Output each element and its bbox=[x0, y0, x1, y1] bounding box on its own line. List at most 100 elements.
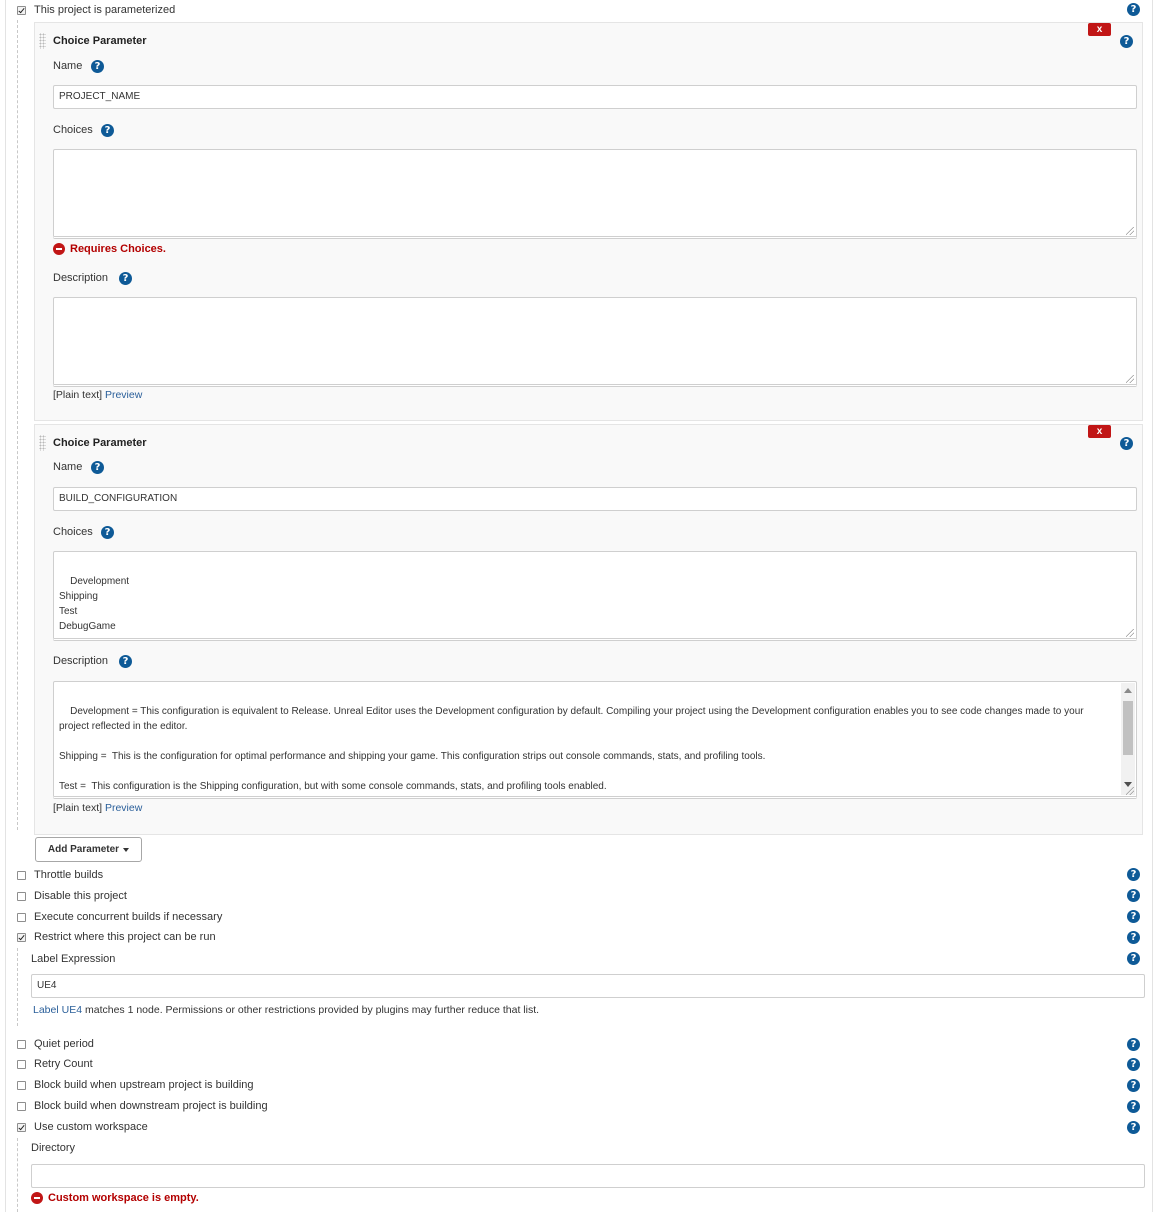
preview-link[interactable]: Preview bbox=[105, 389, 142, 401]
description-label: Description bbox=[53, 655, 109, 667]
concurrent-builds-checkbox[interactable] bbox=[17, 912, 26, 922]
quiet-period-checkbox[interactable] bbox=[17, 1039, 26, 1049]
help-icon[interactable]: ? bbox=[1127, 3, 1140, 16]
format-text: [Plain text] bbox=[53, 802, 103, 814]
directory-input[interactable] bbox=[31, 1164, 1145, 1188]
name-label: Name bbox=[53, 461, 83, 473]
option-label: Restrict where this project can be run bbox=[34, 931, 216, 943]
label-word-link[interactable]: Label bbox=[33, 1004, 59, 1016]
help-icon[interactable]: ? bbox=[1127, 910, 1140, 923]
option-retry-count[interactable]: Retry Count bbox=[17, 1056, 93, 1072]
name-input[interactable]: BUILD_CONFIGURATION bbox=[53, 487, 1137, 511]
option-throttle-builds[interactable]: Throttle builds bbox=[17, 867, 103, 883]
help-icon[interactable]: ? bbox=[119, 655, 132, 668]
help-icon[interactable]: ? bbox=[101, 124, 114, 137]
restrict-run-checkbox[interactable] bbox=[17, 932, 26, 942]
name-input[interactable]: PROJECT_NAME bbox=[53, 85, 1137, 109]
format-hint: [Plain text] Preview bbox=[53, 389, 142, 401]
label-match-text: matches 1 node. Permissions or other res… bbox=[82, 1004, 540, 1016]
description-text: Development = This configuration is equi… bbox=[59, 706, 1084, 792]
textarea-grip[interactable] bbox=[585, 385, 607, 387]
option-disable-project[interactable]: Disable this project bbox=[17, 888, 127, 904]
choices-error: Requires Choices. bbox=[53, 243, 166, 255]
option-label: Execute concurrent builds if necessary bbox=[34, 911, 223, 923]
retry-count-checkbox[interactable] bbox=[17, 1059, 26, 1069]
description-label: Description bbox=[53, 272, 109, 284]
option-block-upstream[interactable]: Block build when upstream project is bui… bbox=[17, 1077, 254, 1093]
textarea-grip[interactable] bbox=[585, 237, 607, 239]
help-icon[interactable]: ? bbox=[91, 60, 104, 73]
help-icon[interactable]: ? bbox=[1120, 437, 1133, 450]
option-label: Block build when downstream project is b… bbox=[34, 1100, 268, 1112]
choices-label: Choices bbox=[53, 124, 93, 136]
label-expression-label: Label Expression bbox=[31, 953, 116, 965]
nested-section-guide bbox=[17, 1138, 18, 1212]
label-ue4-link[interactable]: UE4 bbox=[62, 1004, 82, 1016]
help-icon[interactable]: ? bbox=[1127, 1038, 1140, 1051]
disable-project-checkbox[interactable] bbox=[17, 891, 26, 901]
description-textarea[interactable]: Development = This configuration is equi… bbox=[53, 681, 1137, 799]
option-concurrent-builds[interactable]: Execute concurrent builds if necessary bbox=[17, 909, 222, 925]
choice-parameter-1: Choice Parameter x ? Name ? PROJECT_NAME… bbox=[34, 22, 1143, 421]
name-label: Name bbox=[53, 60, 83, 72]
nested-section-guide bbox=[17, 948, 18, 1026]
help-icon[interactable]: ? bbox=[1127, 1100, 1140, 1113]
help-icon[interactable]: ? bbox=[1127, 868, 1140, 881]
delete-parameter-button[interactable]: x bbox=[1088, 425, 1111, 438]
parameter-title: Choice Parameter bbox=[53, 437, 147, 449]
scroll-up-icon[interactable] bbox=[1124, 688, 1132, 693]
option-label: Throttle builds bbox=[34, 869, 104, 881]
resize-handle[interactable] bbox=[1126, 375, 1134, 383]
format-text: [Plain text] bbox=[53, 389, 103, 401]
resize-handle[interactable] bbox=[1126, 227, 1134, 235]
help-icon[interactable]: ? bbox=[1127, 931, 1140, 944]
option-custom-workspace[interactable]: Use custom workspace bbox=[17, 1119, 148, 1135]
parameter-title: Choice Parameter bbox=[53, 35, 147, 47]
choices-textarea[interactable] bbox=[53, 149, 1137, 239]
option-quiet-period[interactable]: Quiet period bbox=[17, 1036, 94, 1052]
choices-text: Development Shipping Test DebugGame bbox=[59, 576, 130, 632]
label-expression-input[interactable]: UE4 bbox=[31, 974, 1145, 998]
block-upstream-checkbox[interactable] bbox=[17, 1080, 26, 1090]
resize-handle[interactable] bbox=[1126, 787, 1134, 795]
choices-textarea[interactable]: Development Shipping Test DebugGame bbox=[53, 551, 1137, 641]
vertical-scrollbar[interactable] bbox=[1121, 683, 1135, 795]
block-downstream-checkbox[interactable] bbox=[17, 1101, 26, 1111]
option-label: Quiet period bbox=[34, 1038, 94, 1050]
chevron-down-icon bbox=[123, 847, 130, 852]
add-parameter-button[interactable]: Add Parameter bbox=[35, 837, 142, 862]
error-icon bbox=[31, 1192, 43, 1204]
help-icon[interactable]: ? bbox=[1127, 889, 1140, 902]
custom-workspace-checkbox[interactable] bbox=[17, 1122, 26, 1132]
help-icon[interactable]: ? bbox=[101, 526, 114, 539]
delete-parameter-button[interactable]: x bbox=[1088, 23, 1111, 36]
option-label: Use custom workspace bbox=[34, 1121, 148, 1133]
help-icon[interactable]: ? bbox=[1127, 952, 1140, 965]
workspace-error: Custom workspace is empty. bbox=[31, 1192, 199, 1204]
parameterized-label: This project is parameterized bbox=[34, 4, 176, 16]
textarea-grip[interactable] bbox=[585, 639, 607, 641]
help-icon[interactable]: ? bbox=[1127, 1121, 1140, 1134]
help-icon[interactable]: ? bbox=[119, 272, 132, 285]
drag-handle-icon[interactable] bbox=[39, 33, 46, 49]
page-left-rule bbox=[5, 0, 6, 1212]
parameterized-option[interactable]: This project is parameterized bbox=[17, 2, 175, 18]
throttle-builds-checkbox[interactable] bbox=[17, 870, 26, 880]
resize-handle[interactable] bbox=[1126, 629, 1134, 637]
option-block-downstream[interactable]: Block build when downstream project is b… bbox=[17, 1098, 268, 1114]
option-label: Block build when upstream project is bui… bbox=[34, 1079, 254, 1091]
preview-link[interactable]: Preview bbox=[105, 802, 142, 814]
error-icon bbox=[53, 243, 65, 255]
drag-handle-icon[interactable] bbox=[39, 435, 46, 451]
page-right-rule bbox=[1152, 0, 1153, 1212]
help-icon[interactable]: ? bbox=[91, 461, 104, 474]
textarea-grip[interactable] bbox=[585, 797, 607, 799]
parameterized-checkbox[interactable] bbox=[17, 5, 26, 15]
format-hint: [Plain text] Preview bbox=[53, 802, 142, 814]
scroll-thumb[interactable] bbox=[1123, 701, 1133, 755]
option-restrict-run[interactable]: Restrict where this project can be run bbox=[17, 929, 216, 945]
description-textarea[interactable] bbox=[53, 297, 1137, 387]
help-icon[interactable]: ? bbox=[1120, 35, 1133, 48]
help-icon[interactable]: ? bbox=[1127, 1058, 1140, 1071]
help-icon[interactable]: ? bbox=[1127, 1079, 1140, 1092]
